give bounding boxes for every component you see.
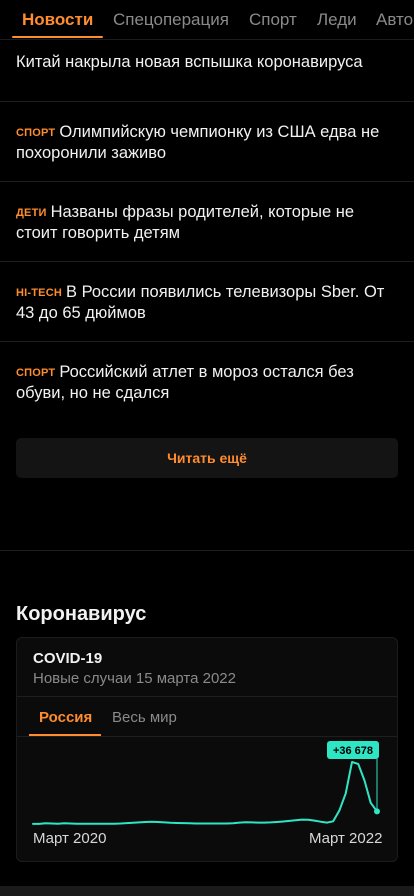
tab-special-operation[interactable]: Спецоперация <box>113 10 229 30</box>
news-item[interactable]: спорт Олимпийскую чемпионку из США едва н… <box>16 122 398 163</box>
top-navigation-tabs: Новости Спецоперация Спорт Леди Авто <box>0 0 414 40</box>
covid-line-chart: +36 678 <box>32 741 380 825</box>
x-axis-end-label: Март 2022 <box>309 830 383 847</box>
news-headline[interactable]: Олимпийскую чемпионку из США едва не пох… <box>16 123 379 162</box>
news-divider <box>0 101 414 102</box>
news-divider <box>0 181 414 182</box>
read-more-button[interactable]: Читать ещё <box>16 438 398 478</box>
last-value-label: +36 678 <box>333 745 373 757</box>
tab-russia[interactable]: Россия <box>39 709 92 726</box>
news-headline[interactable]: Названы фразы родителей, которые не стои… <box>16 203 354 242</box>
section-divider <box>0 550 414 551</box>
news-item[interactable]: дети Названы фразы родителей, которые не … <box>16 202 398 243</box>
tab-lady[interactable]: Леди <box>317 10 357 30</box>
news-headline[interactable]: В России появились телевизоры Sber. От 4… <box>16 283 384 322</box>
news-headline[interactable]: Российский атлет в мороз остался без обу… <box>16 363 354 402</box>
news-item[interactable]: Китай накрыла новая вспышка коронавируса <box>16 52 398 72</box>
covid-card[interactable]: COVID-19 Новые случаи 15 марта 2022 Росс… <box>16 637 398 862</box>
tab-world[interactable]: Весь мир <box>112 709 177 726</box>
card-divider <box>17 696 397 697</box>
news-headline[interactable]: Китай накрыла новая вспышка коронавируса <box>16 53 363 71</box>
tab-sport[interactable]: Спорт <box>249 10 297 30</box>
tab-news[interactable]: Новости <box>22 10 93 30</box>
news-rubric[interactable]: спорт <box>16 127 55 139</box>
news-divider <box>0 341 414 342</box>
series-end-point <box>374 808 380 815</box>
card-divider <box>17 736 397 737</box>
bottom-strip <box>0 886 414 896</box>
coronavirus-section-title[interactable]: Коронавирус <box>16 603 146 626</box>
news-rubric[interactable]: hi-tech <box>16 287 62 299</box>
card-title: COVID-19 <box>33 650 103 667</box>
card-subtitle: Новые случаи 15 марта 2022 <box>33 670 236 687</box>
tab-auto[interactable]: Авто <box>376 10 413 30</box>
news-item[interactable]: hi-tech В России появились телевизоры Sbe… <box>16 282 398 323</box>
news-rubric[interactable]: спорт <box>16 367 55 379</box>
active-tab-underline <box>12 36 103 38</box>
x-axis-start-label: Март 2020 <box>33 830 107 847</box>
news-item[interactable]: спорт Российский атлет в мороз остался бе… <box>16 362 398 403</box>
news-rubric[interactable]: дети <box>16 207 47 219</box>
series-line <box>32 761 378 825</box>
news-divider <box>0 261 414 262</box>
